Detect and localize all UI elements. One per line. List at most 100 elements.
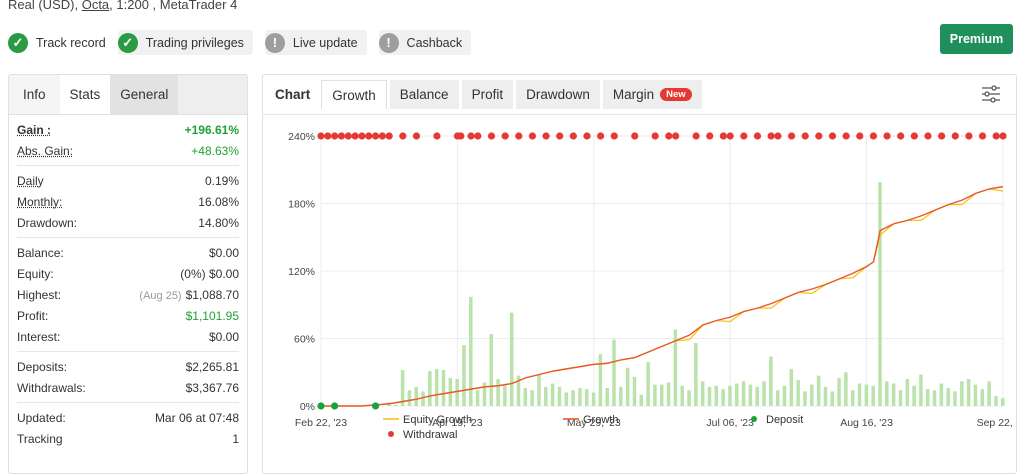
profit-bar <box>394 404 398 406</box>
profit-bar <box>571 390 575 406</box>
withdrawal-marker <box>631 132 639 140</box>
updated-label: Updated: <box>17 410 66 425</box>
stats-panel: Info Stats General Gain : +196.61% Abs. G… <box>8 74 248 474</box>
withdrawal-marker <box>726 132 734 140</box>
monthly-label[interactable]: Monthly: <box>17 195 62 209</box>
profit-bar <box>496 379 500 406</box>
withdrawal-marker <box>672 132 680 140</box>
legend-swatch <box>388 431 394 437</box>
profit-bar <box>455 379 459 406</box>
profit-bar <box>905 379 910 406</box>
badge-trading-privileges[interactable]: ✓ Trading privileges <box>117 30 253 55</box>
deposits-value: $2,265.81 <box>185 359 239 374</box>
daily-label[interactable]: Daily <box>17 174 44 188</box>
tab-stats[interactable]: Stats <box>59 75 111 114</box>
withdrawal-marker <box>399 132 407 140</box>
withdrawal-marker <box>351 132 359 140</box>
profit-bar <box>755 386 759 406</box>
profit-bar <box>966 379 971 406</box>
profit-bar <box>871 385 875 406</box>
broker-link[interactable]: Octa <box>82 0 109 12</box>
tab-balance[interactable]: Balance <box>389 80 459 109</box>
withdrawal-marker <box>344 132 352 140</box>
new-badge: New <box>660 88 692 101</box>
profit-bar <box>605 388 609 406</box>
tracking-value: 1 <box>232 431 239 446</box>
badge-label: Cashback <box>406 35 463 50</box>
profit-bar <box>407 390 412 406</box>
profit-bar <box>564 392 569 406</box>
withdrawal-marker <box>378 132 386 140</box>
abs-gain-value: +48.63% <box>191 143 239 158</box>
withdrawal-marker <box>651 132 659 140</box>
filter-settings-icon[interactable] <box>980 83 1002 105</box>
profit-bar <box>810 384 814 406</box>
deposit-marker <box>371 402 380 410</box>
deposit-marker <box>331 402 339 410</box>
profit-bar <box>646 362 650 406</box>
y-tick-label: 240% <box>288 131 315 143</box>
tab-margin[interactable]: Margin New <box>602 80 702 109</box>
tab-drawdown[interactable]: Drawdown <box>516 80 600 109</box>
profit-bar <box>680 385 684 406</box>
profit-bar <box>598 354 603 406</box>
profit-bar <box>789 368 794 406</box>
withdrawal-marker <box>556 132 564 140</box>
tab-general[interactable]: General <box>110 75 179 114</box>
highest-label: Highest: <box>17 287 62 302</box>
profit-bar <box>844 372 848 406</box>
withdrawal-marker <box>828 132 837 140</box>
warning-icon: ! <box>378 32 399 53</box>
withdrawal-marker <box>457 132 465 140</box>
withdrawal-marker <box>897 132 905 140</box>
chart-grid <box>320 135 1004 407</box>
abs-gain-label[interactable]: Abs. Gain: <box>17 144 73 158</box>
tab-chart[interactable]: Chart <box>267 80 319 109</box>
profit-bar <box>557 386 562 406</box>
profit-bar <box>714 385 719 406</box>
badge-live-update[interactable]: ! Live update <box>264 30 367 55</box>
withdrawal-marker <box>924 132 932 140</box>
profit-bar <box>803 391 807 406</box>
chart-panel: Chart Growth Balance Profit Drawdown Mar… <box>262 74 1017 474</box>
profit-bar <box>891 383 896 406</box>
legend-label: Growth <box>583 414 618 426</box>
profit-bar <box>994 395 998 406</box>
withdrawal-marker <box>692 132 700 140</box>
withdrawal-marker <box>719 132 727 140</box>
profit-bar <box>537 374 541 406</box>
profit-bar <box>769 356 773 406</box>
badge-cashback[interactable]: ! Cashback <box>378 30 472 55</box>
withdrawal-marker <box>965 132 973 140</box>
profit-bar <box>762 381 766 406</box>
badge-track-record[interactable]: ✓ Track record <box>8 30 106 55</box>
profit-bar <box>857 383 862 406</box>
monthly-value: 16.08% <box>198 194 239 209</box>
equity-label: Equity: <box>17 266 54 281</box>
profit-bar <box>530 390 534 406</box>
profit-bar <box>885 381 889 406</box>
withdrawal-marker <box>767 132 775 140</box>
withdrawal-marker <box>610 132 618 140</box>
withdrawal-marker <box>842 132 850 140</box>
gain-value: +196.61% <box>184 122 239 137</box>
profit-bar <box>939 383 944 406</box>
tab-profit[interactable]: Profit <box>461 80 514 109</box>
premium-button[interactable]: Premium <box>940 24 1013 54</box>
highest-date: (Aug 25) <box>139 289 182 302</box>
highest-amount: $1,088.70 <box>185 287 239 302</box>
badge-label: Trading privileges <box>145 35 244 50</box>
gain-label[interactable]: Gain : <box>17 123 51 137</box>
y-tick-label: 60% <box>294 334 315 346</box>
withdrawal-marker <box>501 132 509 140</box>
withdrawal-marker <box>869 132 878 140</box>
legend-label: Deposit <box>766 414 803 426</box>
withdrawal-marker <box>542 132 550 140</box>
profit-bar <box>550 383 555 406</box>
tab-info[interactable]: Info <box>9 75 60 114</box>
withdrawal-marker <box>331 132 339 140</box>
profit-bar <box>707 386 712 406</box>
withdrawal-marker <box>474 132 482 140</box>
account-type: Real (USD), <box>8 0 79 12</box>
tab-growth[interactable]: Growth <box>321 80 387 109</box>
